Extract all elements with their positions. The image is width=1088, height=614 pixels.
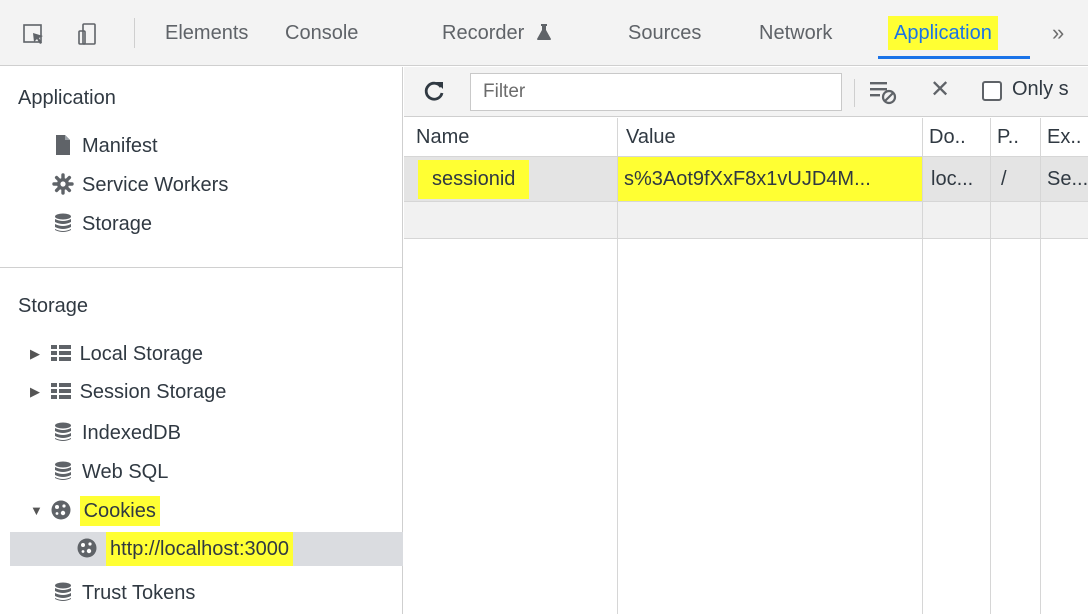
device-toolbar-icon[interactable] xyxy=(76,22,100,46)
column-header-domain[interactable]: Do.. xyxy=(929,118,987,156)
tab-label: Network xyxy=(759,22,833,44)
cell-value[interactable]: s%3Aot9fXxF8x1vUJD4M... xyxy=(618,157,922,201)
cookies-toolbar: ✕ Only s xyxy=(404,67,1088,117)
sidebar-item-label: Web SQL xyxy=(82,461,169,483)
section-divider xyxy=(0,267,403,268)
cell-path[interactable]: / xyxy=(1001,157,1039,201)
cell-expires[interactable]: Se... xyxy=(1047,157,1088,201)
column-divider[interactable] xyxy=(990,118,991,614)
active-tab-indicator xyxy=(878,56,1030,59)
sidebar-item-label: Trust Tokens xyxy=(82,582,196,604)
sidebar-item-label: Session Storage xyxy=(79,381,227,403)
database-icon xyxy=(55,213,71,232)
devtools-tab-bar: Elements Console Recorder Sources Networ… xyxy=(0,0,1088,66)
toolbar-separator xyxy=(854,79,855,107)
collapse-arrow-icon[interactable]: ▼ xyxy=(30,494,44,528)
column-divider[interactable] xyxy=(1040,118,1041,614)
filter-input[interactable] xyxy=(470,73,842,111)
sidebar-item-session-storage[interactable]: ▶ Session Storage xyxy=(30,375,226,409)
only-show-checkbox[interactable] xyxy=(982,81,1002,101)
sidebar-item-label: Cookies xyxy=(79,496,160,526)
grid-icon xyxy=(50,383,71,399)
tab-network[interactable]: Network xyxy=(759,0,832,66)
table-row-empty xyxy=(404,202,1088,238)
expand-arrow-icon[interactable]: ▶ xyxy=(30,375,44,409)
sidebar-item-service-workers[interactable]: Service Workers xyxy=(52,168,228,202)
column-header-name[interactable]: Name xyxy=(416,118,612,156)
toolbar-separator xyxy=(134,18,135,48)
clear-filtered-cookies-icon[interactable] xyxy=(869,79,897,105)
cell-name[interactable]: sessionid xyxy=(418,157,614,201)
row-divider xyxy=(404,238,1088,239)
database-icon xyxy=(55,422,71,441)
sidebar-item-label: Manifest xyxy=(82,135,158,157)
tab-console[interactable]: Console xyxy=(285,0,358,66)
experiment-flask-icon xyxy=(536,24,551,40)
tab-label: Console xyxy=(285,22,359,44)
column-header-path[interactable]: P.. xyxy=(997,118,1037,156)
tab-label: Application xyxy=(888,16,998,50)
file-icon xyxy=(56,135,70,155)
cookies-table: Name Value Do.. P.. Ex.. sessionid s%3Ao… xyxy=(404,118,1088,614)
column-divider[interactable] xyxy=(922,118,923,614)
cookie-name-value: sessionid xyxy=(418,160,530,199)
cookie-icon xyxy=(77,538,97,558)
more-tabs-button[interactable]: » xyxy=(1052,0,1064,66)
column-header-expires[interactable]: Ex.. xyxy=(1047,118,1088,156)
expand-arrow-icon[interactable]: ▶ xyxy=(30,337,44,371)
grid-icon xyxy=(50,345,71,361)
sidebar-item-label: Local Storage xyxy=(79,343,203,365)
gear-icon xyxy=(52,173,74,195)
database-icon xyxy=(55,461,71,480)
sidebar-item-indexeddb[interactable]: IndexedDB xyxy=(52,416,181,450)
sidebar-item-cookies[interactable]: ▼ Cookies xyxy=(30,494,160,528)
section-heading-storage: Storage xyxy=(18,295,89,317)
tab-elements[interactable]: Elements xyxy=(165,0,248,66)
tab-label: Recorder xyxy=(442,22,525,44)
sidebar-item-storage[interactable]: Storage xyxy=(52,207,152,241)
tab-label: Elements xyxy=(165,22,249,44)
sidebar-item-trust-tokens[interactable]: Trust Tokens xyxy=(52,576,195,610)
only-show-label: Only s xyxy=(1012,78,1069,100)
database-icon xyxy=(55,582,71,601)
clear-all-cookies-icon[interactable]: ✕ xyxy=(930,75,950,104)
section-heading-application: Application xyxy=(18,87,116,109)
sidebar-item-label: IndexedDB xyxy=(82,422,181,444)
application-sidebar: Application Manifest Service Workers Sto… xyxy=(0,67,403,614)
tab-sources[interactable]: Sources xyxy=(628,0,701,66)
cookie-value-text: s%3Aot9fXxF8x1vUJD4M... xyxy=(624,168,871,190)
sidebar-item-local-storage[interactable]: ▶ Local Storage xyxy=(30,337,203,371)
cookie-icon xyxy=(51,500,71,520)
sidebar-item-web-sql[interactable]: Web SQL xyxy=(52,455,168,489)
sidebar-item-label: http://localhost:3000 xyxy=(106,532,294,566)
sidebar-item-label: Storage xyxy=(82,213,153,235)
tab-label: Sources xyxy=(628,22,702,44)
tab-recorder[interactable]: Recorder xyxy=(442,0,552,66)
inspect-element-icon[interactable] xyxy=(22,22,46,46)
sidebar-item-cookie-origin[interactable]: http://localhost:3000 xyxy=(10,532,403,566)
sidebar-item-manifest[interactable]: Manifest xyxy=(52,129,158,163)
column-header-value[interactable]: Value xyxy=(626,118,916,156)
cell-domain[interactable]: loc... xyxy=(931,157,989,201)
sidebar-item-label: Service Workers xyxy=(82,174,229,196)
refresh-icon[interactable] xyxy=(422,79,446,103)
